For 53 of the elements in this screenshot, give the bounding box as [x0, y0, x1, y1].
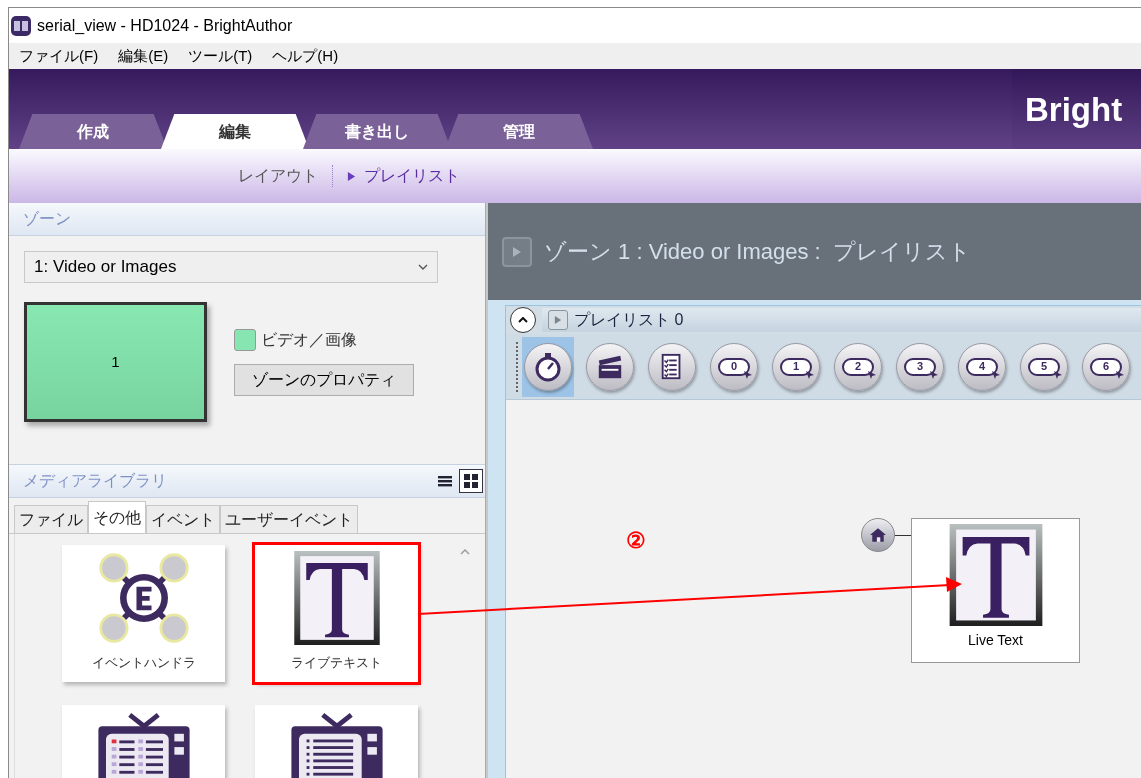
live-text-icon: [293, 551, 380, 645]
grid-icon: [464, 474, 478, 488]
collapse-button[interactable]: [510, 307, 536, 333]
playlist-node[interactable]: Live Text: [911, 518, 1080, 663]
chevron-up-icon: [518, 317, 528, 323]
event-hub-icon: [96, 551, 191, 645]
zone-preview[interactable]: 1: [24, 302, 207, 422]
grid-view-button[interactable]: [459, 469, 483, 493]
menu-item[interactable]: 編集(E): [118, 44, 169, 68]
scroll-up-icon[interactable]: [460, 549, 470, 555]
home-button[interactable]: [861, 518, 895, 552]
menu-item[interactable]: ファイル(F): [19, 44, 99, 68]
sub-nav-link[interactable]: プレイリスト: [347, 164, 460, 188]
list-icon: [438, 474, 452, 488]
app-logo-icon: [11, 15, 31, 36]
window-title: serial_view - HD1024 - BrightAuthor: [37, 15, 293, 36]
tv-icon: [288, 711, 385, 778]
tv-icon: [95, 711, 192, 778]
library-tab[interactable]: その他: [88, 501, 146, 533]
menu-item[interactable]: ヘルプ(H): [272, 44, 339, 68]
sub-nav-link[interactable]: レイアウト: [238, 164, 318, 188]
panel-title: ゾーン: [23, 209, 71, 229]
stopwatch-icon: [533, 351, 563, 382]
numbered-key-icon: 4: [966, 357, 998, 376]
brand-name: Bright: [1025, 92, 1123, 126]
toolbar-button[interactable]: [522, 336, 574, 397]
live-text-icon: [947, 524, 1044, 626]
library-tab[interactable]: ファイル: [14, 505, 88, 533]
library-tile[interactable]: イベントハンドラ: [62, 545, 225, 682]
home-icon: [870, 528, 886, 542]
main-tab[interactable]: 管理: [445, 114, 593, 149]
play-marker-icon: [347, 171, 356, 181]
step-marker: ②: [626, 530, 646, 552]
playlist-name: プレイリスト 0: [574, 310, 684, 330]
library-tile[interactable]: ライブテキスト: [255, 545, 418, 682]
playlist-area-title: ゾーン 1 : Video or Images : プレイリスト: [544, 238, 971, 266]
library-tab[interactable]: ユーザーイベント: [220, 505, 358, 533]
zone-properties-button[interactable]: ゾーンのプロパティ: [234, 364, 414, 396]
panel-title: メディアライブラリ: [23, 471, 167, 491]
play-icon: [554, 316, 562, 324]
numbered-key-icon: 2: [842, 357, 874, 376]
library-tab[interactable]: イベント: [146, 505, 220, 533]
play-icon: [512, 246, 522, 257]
legend-label: ビデオ／画像: [261, 330, 357, 350]
numbered-key-icon: 5: [1028, 357, 1060, 376]
numbered-key-icon: 3: [904, 357, 936, 376]
menu-item[interactable]: ツール(T): [188, 44, 253, 68]
numbered-key-icon: 0: [718, 357, 750, 376]
play-button[interactable]: [548, 310, 568, 330]
zone-dropdown[interactable]: 1: Video or Images: [24, 251, 438, 283]
numbered-key-icon: 6: [1090, 357, 1122, 376]
chevron-down-icon: [418, 264, 428, 270]
numbered-key-icon: 1: [780, 357, 812, 376]
